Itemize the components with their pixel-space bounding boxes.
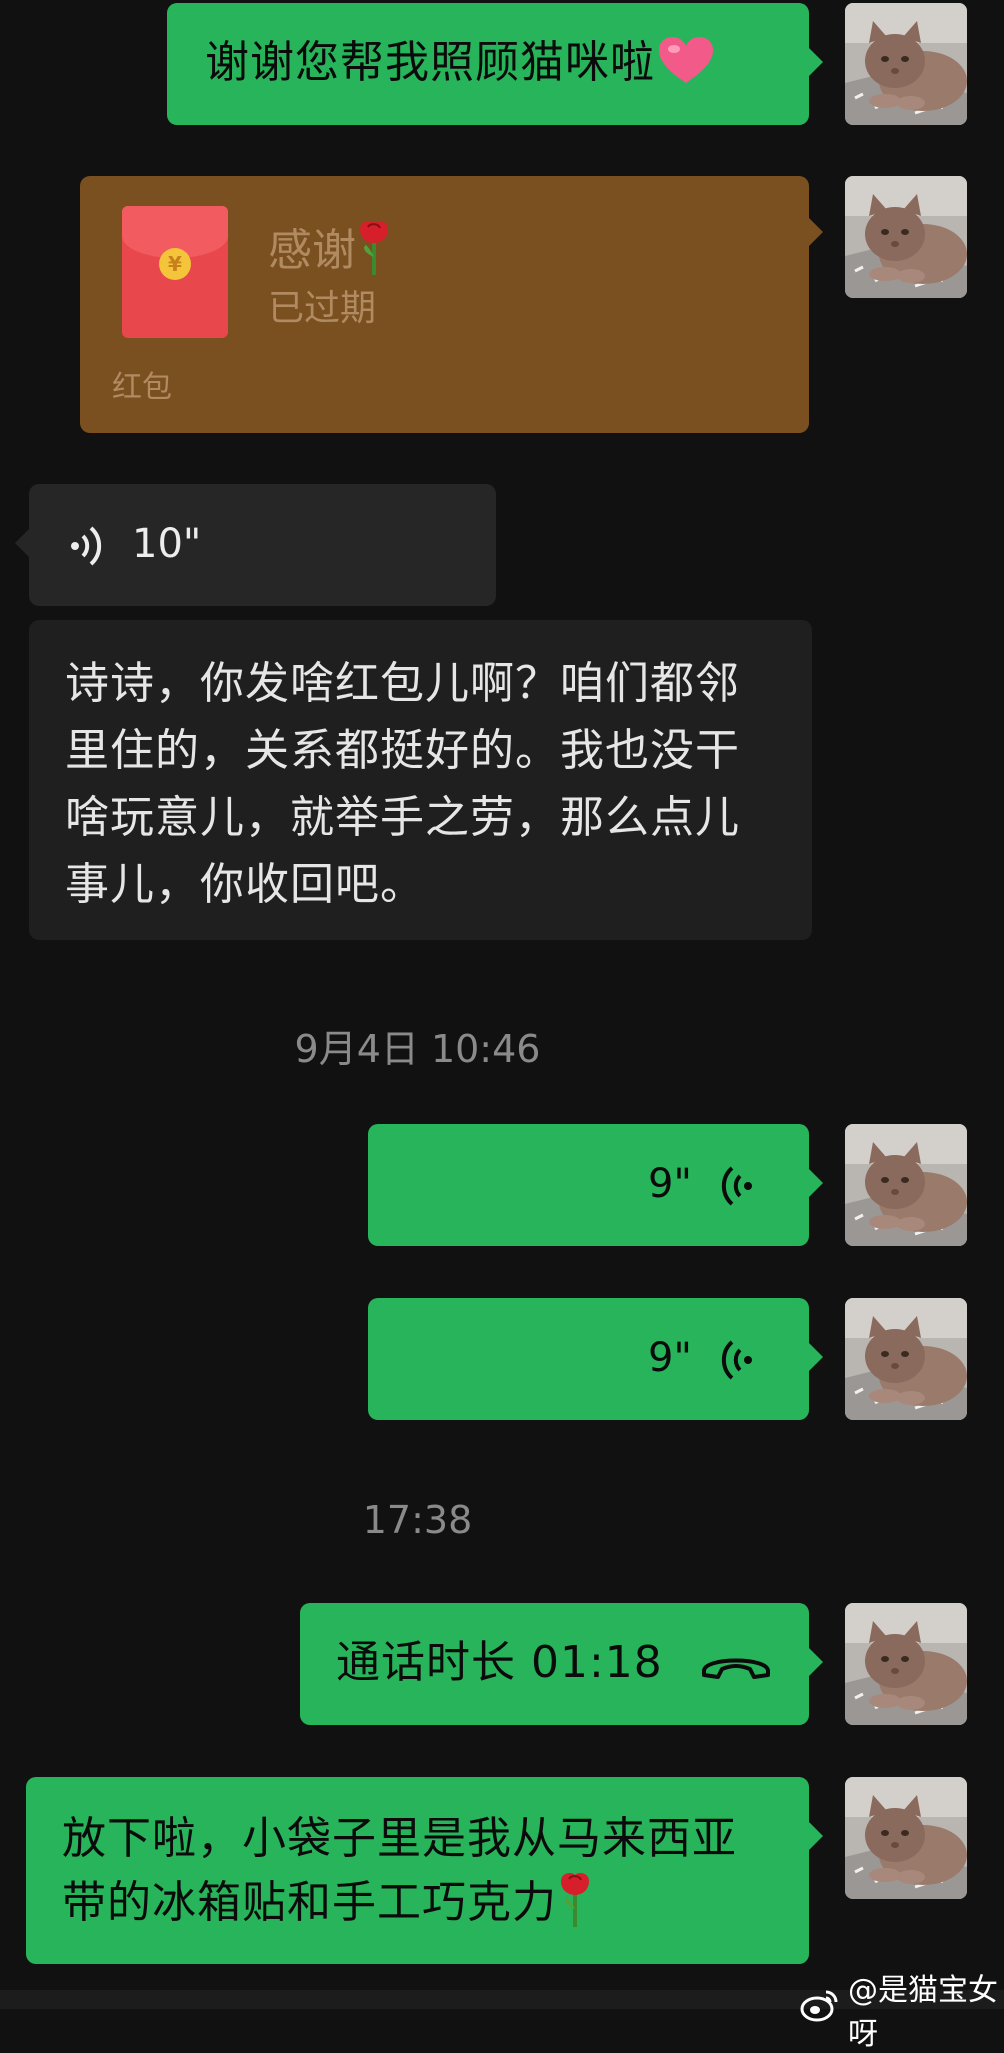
call-duration-text: 通话时长 01:18 [336,1637,663,1688]
voice-wave-icon [69,524,103,572]
avatar[interactable] [845,1124,967,1246]
voice-wave-icon [720,1338,754,1386]
chat-area: 谢谢您帮我照顾猫咪啦 ¥ 感谢 已过期 红包 10" 诗诗，你发啥红包儿啊？咱们… [0,0,1004,2052]
timestamp: 17:38 [362,1498,473,1542]
avatar[interactable] [845,1298,967,1420]
avatar[interactable] [845,1777,967,1899]
red-packet-label: 红包 [112,370,172,405]
message-bubble-sent[interactable]: 谢谢您帮我照顾猫咪啦 [167,3,823,125]
call-record-bubble[interactable]: 通话时长 01:18 [300,1603,823,1725]
message-text: 诗诗，你发啥红包儿啊？咱们都邻里住的，关系都挺好的。我也没干啥玩意儿，就举手之劳… [65,658,740,910]
avatar[interactable] [845,1603,967,1725]
voice-duration: 10" [132,521,202,567]
voice-duration: 9" [648,1335,692,1381]
timestamp: 9月4日 10:46 [294,1027,541,1071]
weibo-logo-icon [800,1988,840,2030]
message-bubble-received[interactable]: 诗诗，你发啥红包儿啊？咱们都邻里住的，关系都挺好的。我也没干啥玩意儿，就举手之劳… [29,620,812,940]
avatar[interactable] [845,176,967,298]
red-packet-status: 已过期 [268,288,377,329]
rose-emoji-icon [356,219,392,275]
red-packet-card[interactable]: ¥ 感谢 已过期 红包 [80,176,823,433]
voice-message-sent[interactable]: 9" [368,1124,823,1246]
rose-emoji-icon [557,1871,593,1927]
message-text: 谢谢您帮我照顾猫咪啦 [205,37,655,88]
voice-duration: 9" [648,1161,692,1207]
voice-message-sent[interactable]: 9" [368,1298,823,1420]
voice-wave-icon [720,1164,754,1212]
voice-message-received[interactable]: 10" [15,484,496,606]
avatar[interactable] [845,3,967,125]
watermark-text: @是猫宝女呀 [848,1973,998,2052]
heart-emoji-icon [659,37,713,85]
red-envelope-icon: ¥ [122,206,228,338]
watermark: @是猫宝女呀 [800,1965,1004,2053]
phone-call-icon [700,1647,772,1685]
message-bubble-sent[interactable]: 放下啦，小袋子里是我从马来西亚带的冰箱贴和手工巧克力 [26,1777,823,1964]
message-text: 放下啦，小袋子里是我从马来西亚带的冰箱贴和手工巧克力 [62,1813,737,1928]
red-packet-title: 感谢 [268,225,356,276]
